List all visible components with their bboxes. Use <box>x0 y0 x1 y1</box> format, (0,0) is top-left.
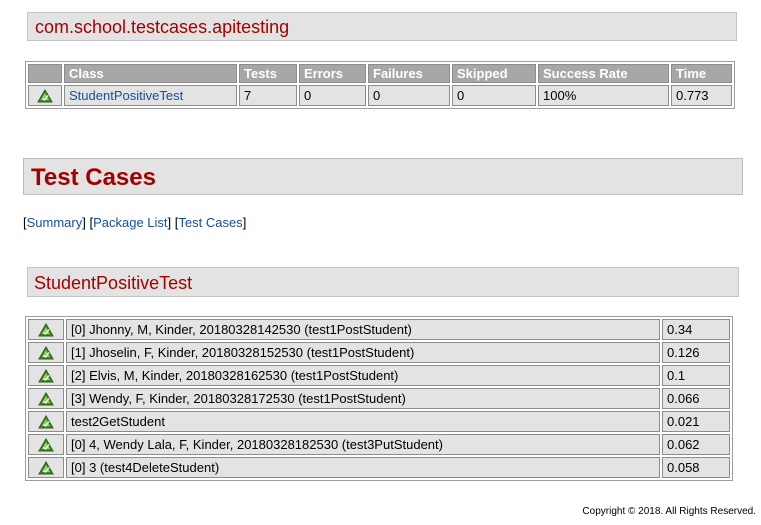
package-summary-table: Class Tests Errors Failures Skipped Succ… <box>25 61 735 109</box>
header-class: Class <box>64 64 237 83</box>
test-name-cell: [0] Jhonny, M, Kinder, 20180328142530 (t… <box>66 319 660 340</box>
header-errors: Errors <box>299 64 366 83</box>
status-cell <box>28 388 64 409</box>
class-link[interactable]: StudentPositiveTest <box>69 88 183 103</box>
package-title: com.school.testcases.apitesting <box>35 17 290 37</box>
section-title: Test Cases <box>31 164 156 191</box>
table-row: StudentPositiveTest 7 0 0 0 100% 0.773 <box>28 85 732 106</box>
header-skipped: Skipped <box>452 64 536 83</box>
nav-bracket-close: ] <box>242 215 247 230</box>
status-cell <box>28 365 64 386</box>
class-title: StudentPositiveTest <box>34 273 193 293</box>
table-row: [0] 4, Wendy Lala, F, Kinder, 2018032818… <box>28 434 730 455</box>
summary-link[interactable]: Summary <box>27 215 83 230</box>
test-time-cell: 0.34 <box>662 319 730 340</box>
errors-cell: 0 <box>299 85 366 106</box>
status-cell <box>28 319 64 340</box>
test-cases-header: Test Cases <box>23 158 743 195</box>
test-cases-table: [0] Jhonny, M, Kinder, 20180328142530 (t… <box>25 316 733 481</box>
table-header-row: Class Tests Errors Failures Skipped Succ… <box>28 64 732 83</box>
test-time-cell: 0.062 <box>662 434 730 455</box>
header-status <box>28 64 62 83</box>
test-time-cell: 0.126 <box>662 342 730 363</box>
test-time-cell: 0.066 <box>662 388 730 409</box>
nav-separator: ] [ <box>167 215 179 230</box>
status-cell <box>28 434 64 455</box>
pass-icon <box>29 345 63 360</box>
pass-icon <box>29 437 63 452</box>
header-time: Time <box>671 64 732 83</box>
package-header: com.school.testcases.apitesting <box>27 12 737 41</box>
failures-cell: 0 <box>368 85 450 106</box>
pass-icon <box>29 391 63 406</box>
pass-icon <box>29 88 61 103</box>
test-name-cell: [3] Wendy, F, Kinder, 20180328172530 (te… <box>66 388 660 409</box>
pass-icon <box>29 368 63 383</box>
table-row: [0] Jhonny, M, Kinder, 20180328142530 (t… <box>28 319 730 340</box>
status-cell <box>28 342 64 363</box>
pass-icon <box>29 414 63 429</box>
test-time-cell: 0.058 <box>662 457 730 478</box>
status-cell <box>28 411 64 432</box>
table-row: [2] Elvis, M, Kinder, 20180328162530 (te… <box>28 365 730 386</box>
test-time-cell: 0.021 <box>662 411 730 432</box>
pass-icon <box>29 460 63 475</box>
table-row: [1] Jhoselin, F, Kinder, 20180328152530 … <box>28 342 730 363</box>
header-success-rate: Success Rate <box>538 64 669 83</box>
test-name-cell: [0] 4, Wendy Lala, F, Kinder, 2018032818… <box>66 434 660 455</box>
copyright-footer: Copyright © 2018. All Rights Reserved. <box>582 506 756 517</box>
pass-icon <box>29 322 63 337</box>
class-header: StudentPositiveTest <box>27 267 739 297</box>
test-time-cell: 0.1 <box>662 365 730 386</box>
status-cell <box>28 85 62 106</box>
status-cell <box>28 457 64 478</box>
test-name-cell: test2GetStudent <box>66 411 660 432</box>
table-row: test2GetStudent 0.021 <box>28 411 730 432</box>
nav-separator: ] [ <box>82 215 94 230</box>
tests-cell: 7 <box>239 85 297 106</box>
header-tests: Tests <box>239 64 297 83</box>
package-list-link[interactable]: Package List <box>93 215 167 230</box>
table-row: [0] 3 (test4DeleteStudent) 0.058 <box>28 457 730 478</box>
skipped-cell: 0 <box>452 85 536 106</box>
class-cell[interactable]: StudentPositiveTest <box>64 85 237 106</box>
test-name-cell: [1] Jhoselin, F, Kinder, 20180328152530 … <box>66 342 660 363</box>
test-name-cell: [0] 3 (test4DeleteStudent) <box>66 457 660 478</box>
success-rate-cell: 100% <box>538 85 669 106</box>
time-cell: 0.773 <box>671 85 732 106</box>
table-row: [3] Wendy, F, Kinder, 20180328172530 (te… <box>28 388 730 409</box>
test-cases-link[interactable]: Test Cases <box>178 215 242 230</box>
header-failures: Failures <box>368 64 450 83</box>
test-name-cell: [2] Elvis, M, Kinder, 20180328162530 (te… <box>66 365 660 386</box>
nav-links: [Summary] [Package List] [Test Cases] <box>23 215 246 230</box>
